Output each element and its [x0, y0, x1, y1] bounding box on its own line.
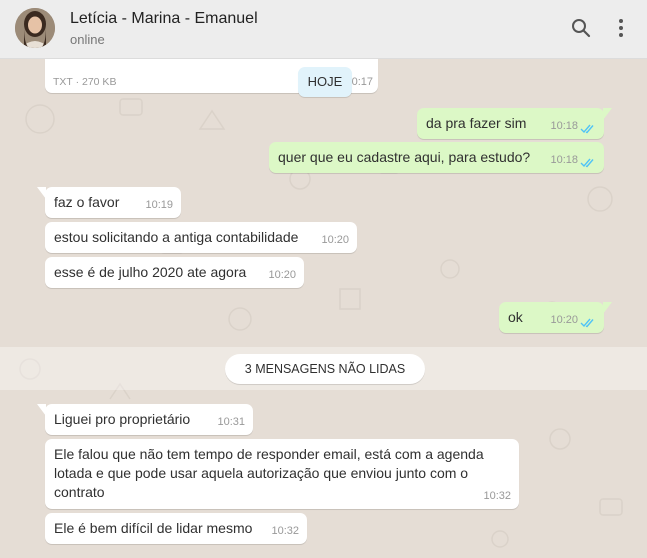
search-icon[interactable]	[569, 16, 593, 40]
message-incoming[interactable]: faz o favor 10:19	[37, 187, 181, 218]
message-text: Ele é bem difícil de lidar mesmo	[54, 520, 253, 536]
message-time: 0:17	[351, 76, 373, 88]
message-outgoing[interactable]: quer que eu cadastre aqui, para estudo? …	[269, 142, 604, 173]
chat-status: online	[70, 32, 105, 47]
message-time: 10:19	[145, 199, 173, 211]
message-incoming[interactable]: esse é de julho 2020 ate agora 10:20	[45, 257, 304, 288]
message-outgoing[interactable]: da pra fazer sim 10:18	[417, 108, 612, 139]
message-text: ok	[508, 309, 523, 325]
bubble-tail	[37, 404, 46, 416]
bubble-tail	[603, 302, 612, 314]
message-text: faz o favor	[54, 194, 120, 210]
menu-dots-icon[interactable]	[609, 16, 633, 40]
message-incoming[interactable]: Ele é bem difícil de lidar mesmo 10:32	[45, 513, 307, 544]
message-text: da pra fazer sim	[426, 115, 527, 131]
message-text: estou solicitando a antiga contabilidade	[54, 229, 299, 245]
message-incoming[interactable]: estou solicitando a antiga contabilidade…	[45, 222, 357, 253]
message-list[interactable]: TXT · 270 KB 0:17 HOJE da pra fazer sim …	[0, 59, 647, 558]
file-meta: TXT · 270 KB	[53, 76, 117, 88]
date-chip: HOJE	[298, 67, 352, 97]
message-incoming[interactable]: Ele falou que não tem tempo de responder…	[45, 439, 519, 509]
read-ticks-icon	[580, 158, 594, 168]
message-time: 10:18	[550, 154, 578, 166]
unread-count-badge: 3 MENSAGENS NÃO LIDAS	[225, 354, 425, 384]
message-text: quer que eu cadastre aqui, para estudo?	[278, 149, 531, 165]
message-time: 10:18	[550, 120, 578, 132]
chat-title[interactable]: Letícia - Marina - Emanuel	[70, 10, 258, 28]
message-text: esse é de julho 2020 ate agora	[54, 264, 247, 280]
message-outgoing[interactable]: ok 10:20	[499, 302, 612, 333]
bubble-tail	[37, 187, 46, 199]
read-ticks-icon	[580, 124, 594, 134]
chat-header: Letícia - Marina - Emanuel online	[0, 0, 647, 59]
avatar[interactable]	[15, 8, 55, 48]
message-time: 10:32	[483, 490, 511, 502]
message-time: 10:20	[321, 234, 349, 246]
message-text: Liguei pro proprietário	[54, 411, 191, 427]
read-ticks-icon	[580, 318, 594, 328]
message-time: 10:20	[268, 269, 296, 281]
message-time: 10:32	[271, 525, 299, 537]
message-incoming[interactable]: Liguei pro proprietário 10:31	[37, 404, 253, 435]
bubble-tail	[603, 108, 612, 120]
message-time: 10:20	[550, 314, 578, 326]
message-time: 10:31	[217, 416, 245, 428]
message-text: Ele falou que não tem tempo de responder…	[54, 446, 484, 500]
